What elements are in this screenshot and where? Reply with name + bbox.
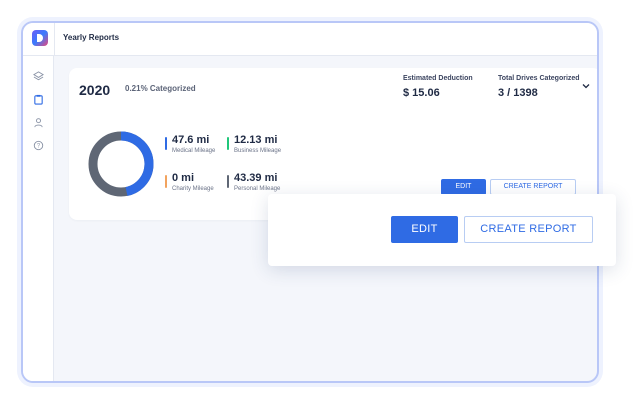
actions-zoom-callout: EDIT CREATE REPORT: [268, 194, 616, 266]
help-icon[interactable]: ?: [32, 140, 44, 152]
sidebar: ?: [23, 56, 54, 381]
topbar-divider: [54, 23, 55, 56]
medical-mileage-value: 47.6 mi: [172, 134, 210, 146]
layers-icon[interactable]: [32, 71, 44, 83]
app-logo[interactable]: [32, 30, 48, 46]
page-title: Yearly Reports: [63, 33, 120, 42]
business-color-bar: [227, 137, 229, 150]
medical-mileage-label: Medical Mileage: [172, 148, 216, 154]
drives-categorized-label: Total Drives Categorized: [498, 75, 580, 82]
top-bar: Yearly Reports: [23, 23, 597, 56]
edit-button[interactable]: EDIT: [441, 179, 486, 195]
personal-mileage-value: 43.39 mi: [234, 172, 278, 184]
charity-mileage-value: 0 mi: [172, 172, 195, 184]
personal-color-bar: [227, 175, 229, 188]
charity-mileage-label: Charity Mileage: [172, 186, 214, 192]
user-icon[interactable]: [32, 117, 44, 129]
mileage-donut-chart: [88, 131, 154, 197]
personal-mileage-label: Personal Mileage: [234, 186, 281, 192]
svg-text:?: ?: [36, 144, 40, 150]
edit-button-large[interactable]: EDIT: [391, 216, 458, 243]
business-mileage-label: Business Mileage: [234, 148, 282, 154]
categorized-percent: 0.21% Categorized: [125, 84, 196, 93]
estimated-deduction-label: Estimated Deduction: [403, 75, 473, 82]
chevron-down-icon[interactable]: [582, 82, 590, 91]
charity-color-bar: [165, 175, 167, 188]
drives-categorized-value: 3 / 1398: [498, 87, 538, 99]
medical-color-bar: [165, 137, 167, 150]
create-report-button-large[interactable]: CREATE REPORT: [464, 216, 593, 243]
business-mileage-value: 12.13 mi: [234, 134, 278, 146]
estimated-deduction-value: $ 15.06: [403, 87, 440, 99]
create-report-button[interactable]: CREATE REPORT: [490, 179, 576, 195]
clipboard-icon[interactable]: [32, 94, 44, 106]
report-year: 2020: [79, 82, 111, 98]
